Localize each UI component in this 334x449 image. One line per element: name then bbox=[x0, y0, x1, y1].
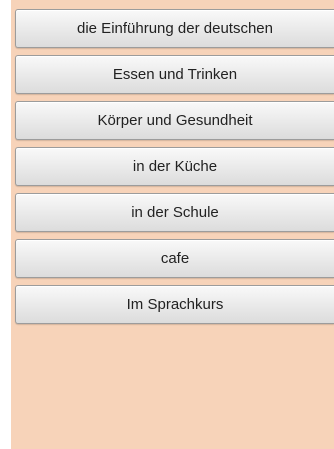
app-screen: die Einführung der deutschen Essen und T… bbox=[11, 0, 334, 449]
topic-button-essen-und-trinken[interactable]: Essen und Trinken bbox=[15, 55, 334, 94]
topic-button-in-der-schule[interactable]: in der Schule bbox=[15, 193, 334, 232]
topic-button-koerper-und-gesundheit[interactable]: Körper und Gesundheit bbox=[15, 101, 334, 140]
topic-button-im-sprachkurs[interactable]: Im Sprachkurs bbox=[15, 285, 334, 324]
topic-button-in-der-kueche[interactable]: in der Küche bbox=[15, 147, 334, 186]
topic-menu-list: die Einführung der deutschen Essen und T… bbox=[15, 9, 334, 331]
topic-button-einfuehrung[interactable]: die Einführung der deutschen bbox=[15, 9, 334, 48]
topic-button-cafe[interactable]: cafe bbox=[15, 239, 334, 278]
